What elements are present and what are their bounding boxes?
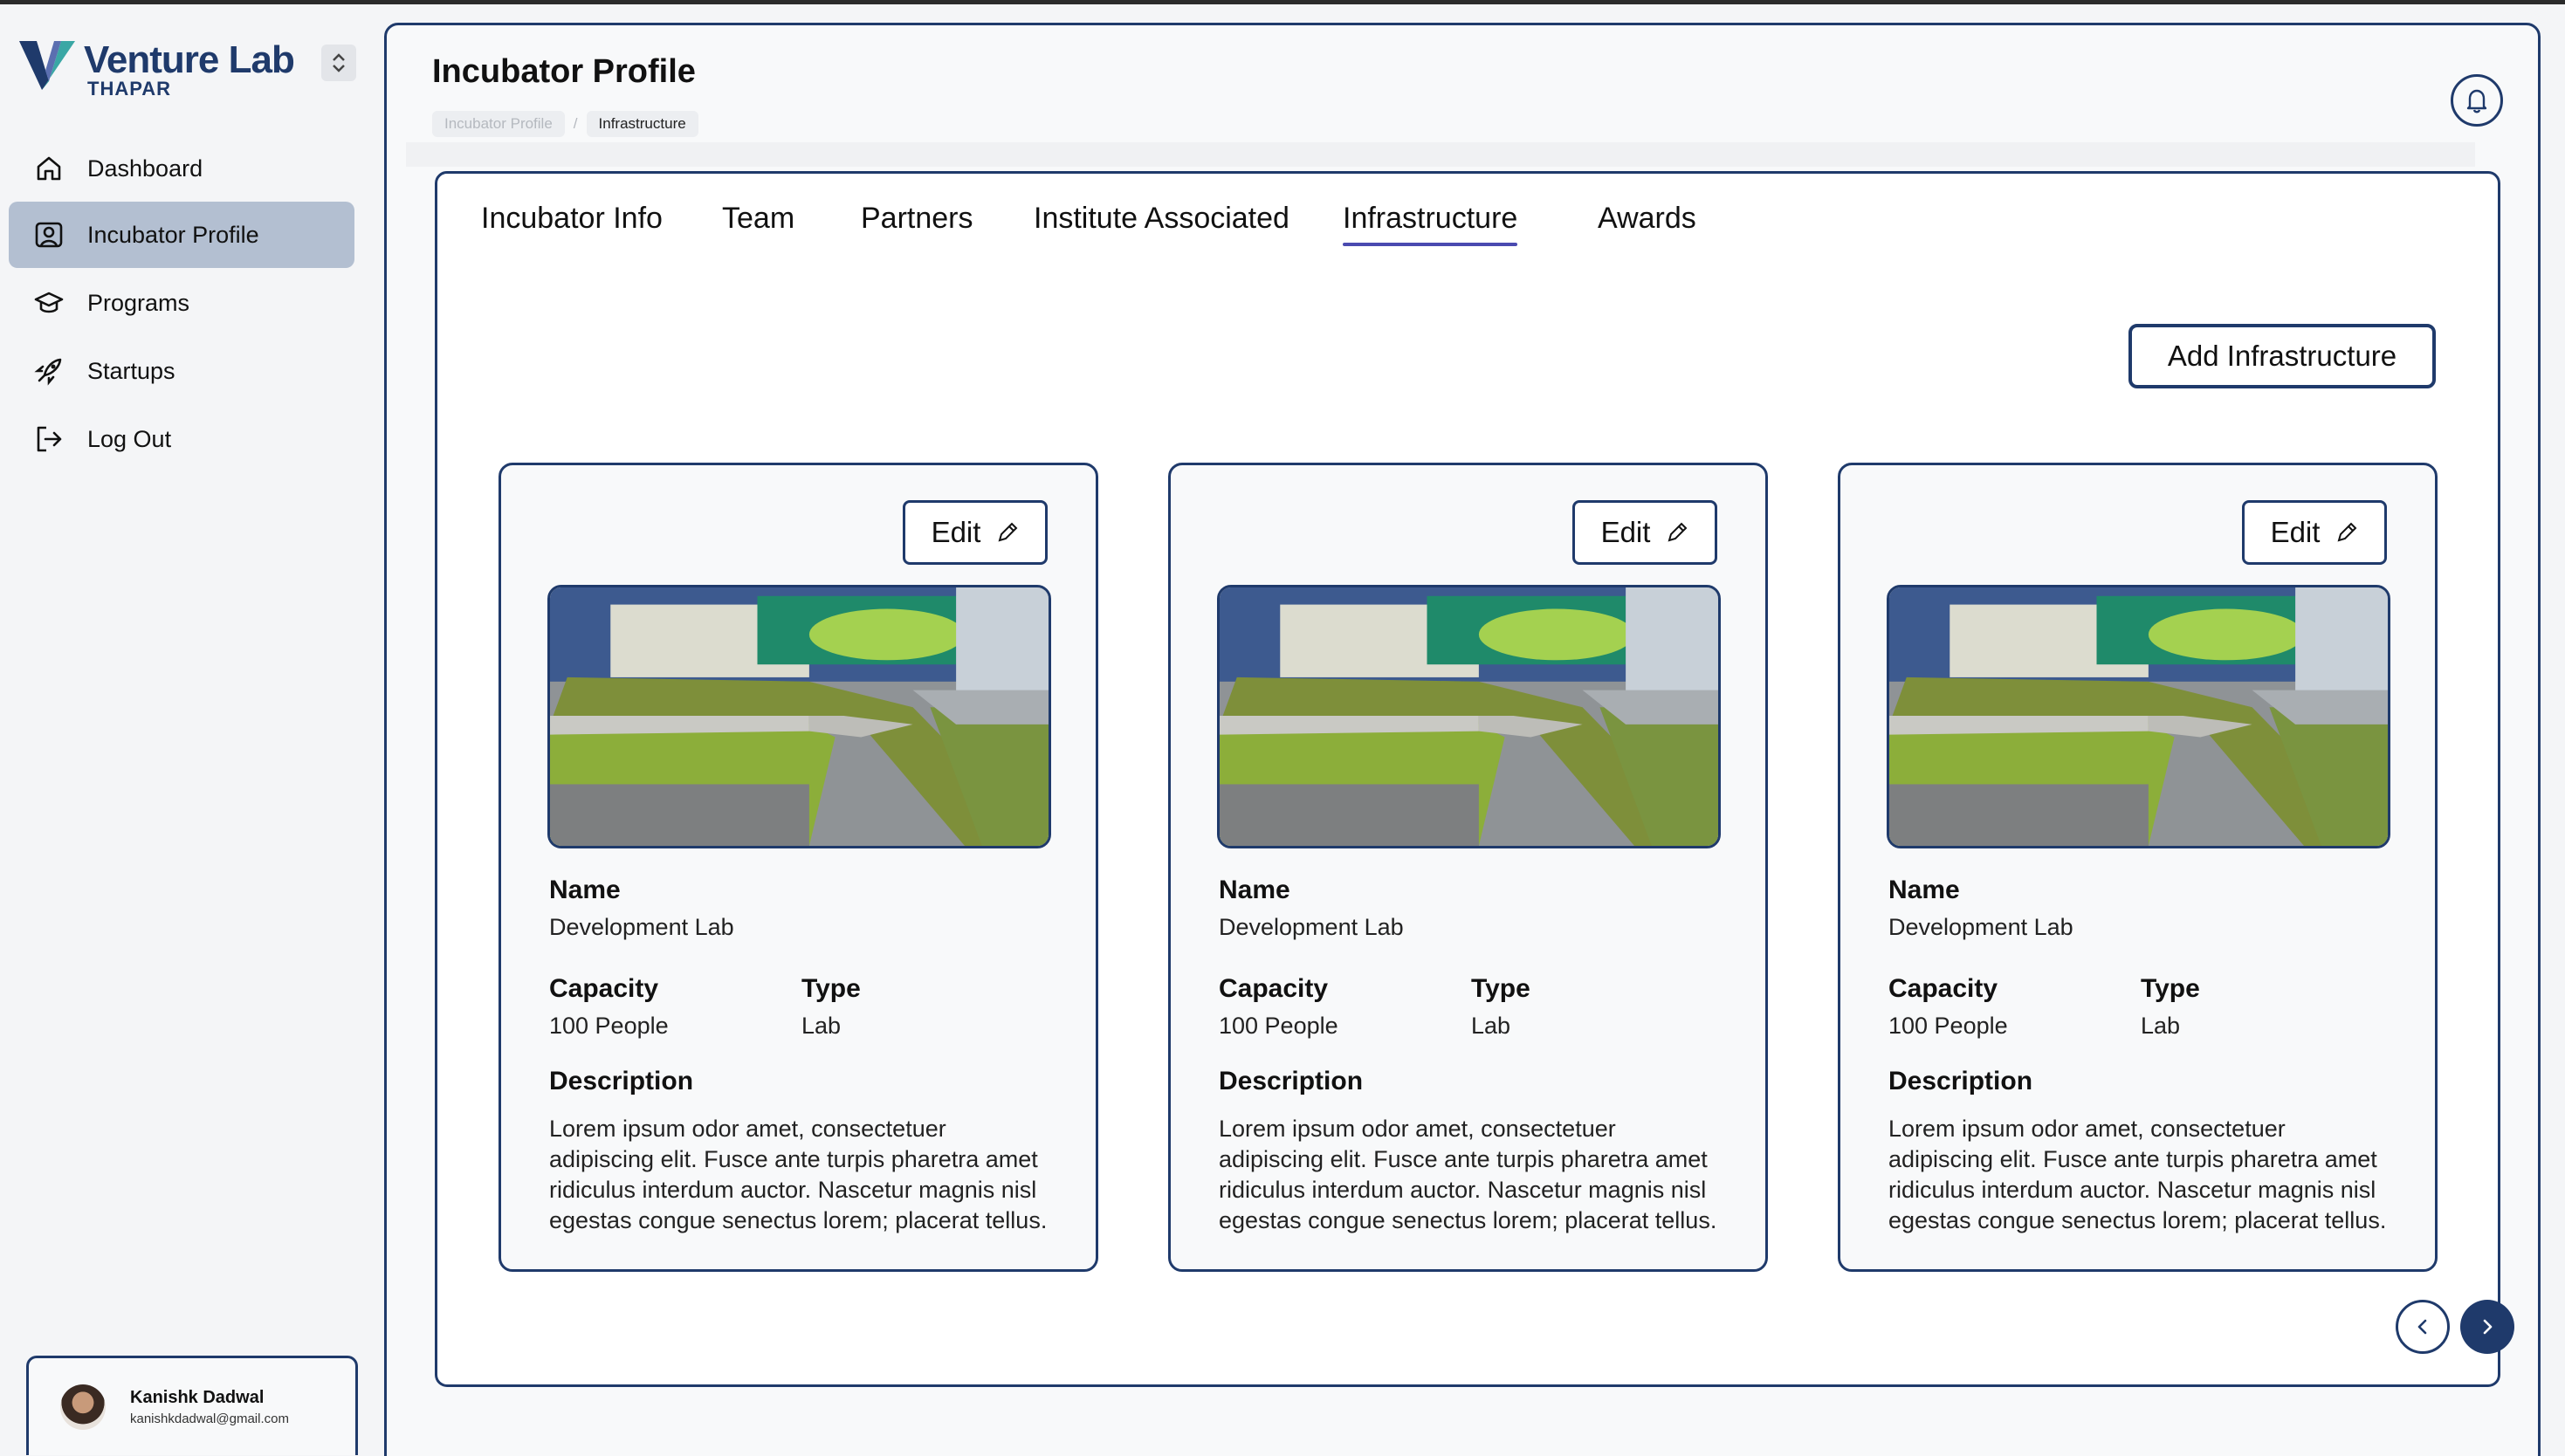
pencil-icon	[998, 522, 1018, 542]
tab-incubator-info[interactable]: Incubator Info	[481, 202, 663, 236]
sidebar-item-label: Incubator Profile	[87, 221, 259, 248]
description-label: Description	[1888, 1067, 2033, 1095]
avatar	[60, 1384, 106, 1430]
edit-button[interactable]: Edit	[903, 500, 1048, 565]
name-label: Name	[1219, 876, 1290, 904]
edit-label: Edit	[931, 516, 981, 548]
edit-label: Edit	[2270, 516, 2321, 548]
edit-label: Edit	[1600, 516, 1651, 548]
logo[interactable]: Venture Lab THAPAR	[19, 38, 295, 100]
infrastructure-content: Add Infrastructure Edit Name Development…	[435, 266, 2514, 1387]
lab-photo-illustration	[550, 587, 1049, 846]
name-label: Name	[549, 876, 621, 904]
sidebar-item-label: Startups	[87, 357, 175, 384]
sidebar-item-label: Log Out	[87, 425, 172, 452]
tab-partners[interactable]: Partners	[861, 202, 973, 236]
window-top-strip	[0, 0, 2565, 4]
tab-infrastructure[interactable]: Infrastructure	[1343, 202, 1518, 246]
infrastructure-photo	[547, 585, 1051, 848]
breadcrumb: Incubator Profile / Infrastructure	[432, 111, 698, 137]
breadcrumb-item-incubator-profile[interactable]: Incubator Profile	[432, 111, 565, 137]
home-icon	[33, 153, 65, 184]
next-page-button[interactable]	[2460, 1300, 2514, 1354]
pencil-icon	[1668, 522, 1688, 542]
description-label: Description	[1219, 1067, 1364, 1095]
type-label: Type	[1471, 974, 1530, 1003]
header-divider	[406, 142, 2475, 167]
pencil-icon	[2337, 522, 2357, 542]
description-value: Lorem ipsum odor amet, consectetuer adip…	[1888, 1116, 2387, 1233]
notifications-button[interactable]	[2451, 74, 2503, 127]
graduation-cap-icon	[33, 287, 65, 319]
lab-photo-illustration	[1889, 587, 2388, 846]
capacity-label: Capacity	[1888, 974, 1998, 1003]
profile-icon	[33, 219, 65, 251]
page-title: Incubator Profile	[432, 53, 696, 90]
sidebar-item-logout[interactable]: Log Out	[9, 406, 354, 472]
name-value: Development Lab	[549, 914, 734, 940]
sidebar-nav: Dashboard Incubator Profile Programs Sta…	[9, 137, 354, 474]
sidebar-item-label: Dashboard	[87, 155, 203, 182]
tab-team[interactable]: Team	[722, 202, 794, 236]
main-panel: Incubator Profile Incubator Profile / In…	[384, 23, 2541, 1456]
description-value: Lorem ipsum odor amet, consectetuer adip…	[549, 1116, 1048, 1233]
rocket-icon	[33, 355, 65, 387]
edit-button[interactable]: Edit	[1572, 500, 1717, 565]
logo-title: Venture Lab	[84, 38, 295, 81]
tab-institute-associated[interactable]: Institute Associated	[1034, 202, 1289, 236]
type-value: Lab	[2141, 1013, 2181, 1039]
tab-awards[interactable]: Awards	[1598, 202, 1696, 236]
type-value: Lab	[801, 1013, 842, 1039]
capacity-value: 100 People	[1219, 1013, 1338, 1039]
infrastructure-photo	[1217, 585, 1721, 848]
chevron-right-icon	[2483, 1319, 2493, 1335]
name-label: Name	[1888, 876, 1960, 904]
capacity-value: 100 People	[1888, 1013, 2008, 1039]
infrastructure-card: Edit Name Development Lab Capacity 100 P…	[1838, 463, 2438, 1272]
breadcrumb-separator: /	[573, 115, 578, 132]
description-label: Description	[549, 1067, 694, 1095]
sidebar-item-dashboard[interactable]: Dashboard	[9, 137, 354, 200]
edit-button[interactable]: Edit	[2242, 500, 2387, 565]
sidebar-item-startups[interactable]: Startups	[9, 338, 354, 404]
add-infrastructure-button[interactable]: Add Infrastructure	[2128, 324, 2436, 388]
venture-lab-logo-icon	[19, 41, 75, 90]
sidebar-item-programs[interactable]: Programs	[9, 270, 354, 336]
description-value: Lorem ipsum odor amet, consectetuer adip…	[1219, 1116, 1717, 1233]
capacity-value: 100 People	[549, 1013, 669, 1039]
previous-page-button[interactable]	[2396, 1300, 2450, 1354]
breadcrumb-item-infrastructure: Infrastructure	[586, 111, 698, 137]
type-label: Type	[2141, 974, 2200, 1003]
user-email: kanishkdadwal@gmail.com	[130, 1411, 289, 1426]
name-value: Development Lab	[1888, 914, 2073, 940]
bell-icon	[2466, 89, 2487, 113]
user-name: Kanishk Dadwal	[130, 1387, 265, 1407]
chevron-up-down-icon	[333, 53, 345, 72]
type-label: Type	[801, 974, 861, 1003]
capacity-label: Capacity	[549, 974, 659, 1003]
infrastructure-card: Edit Name Development Lab Capacity 100 P…	[499, 463, 1098, 1272]
type-value: Lab	[1471, 1013, 1511, 1039]
infrastructure-card: Edit Name Development Lab Capacity 100 P…	[1168, 463, 1768, 1272]
profile-tabs: Incubator Info Team Partners Institute A…	[435, 171, 2500, 269]
infrastructure-photo	[1887, 585, 2390, 848]
logout-icon	[33, 423, 65, 455]
capacity-label: Capacity	[1219, 974, 1329, 1003]
user-profile-card[interactable]: Kanishk Dadwal kanishkdadwal@gmail.com	[26, 1356, 358, 1455]
chevron-left-icon	[2417, 1319, 2427, 1335]
sidebar: Venture Lab THAPAR Dashboard Incubator P…	[0, 4, 375, 1456]
sidebar-item-label: Programs	[87, 289, 190, 316]
workspace-switcher-button[interactable]	[321, 45, 356, 81]
name-value: Development Lab	[1219, 914, 1404, 940]
lab-photo-illustration	[1220, 587, 1718, 846]
sidebar-item-incubator-profile[interactable]: Incubator Profile	[9, 202, 354, 268]
